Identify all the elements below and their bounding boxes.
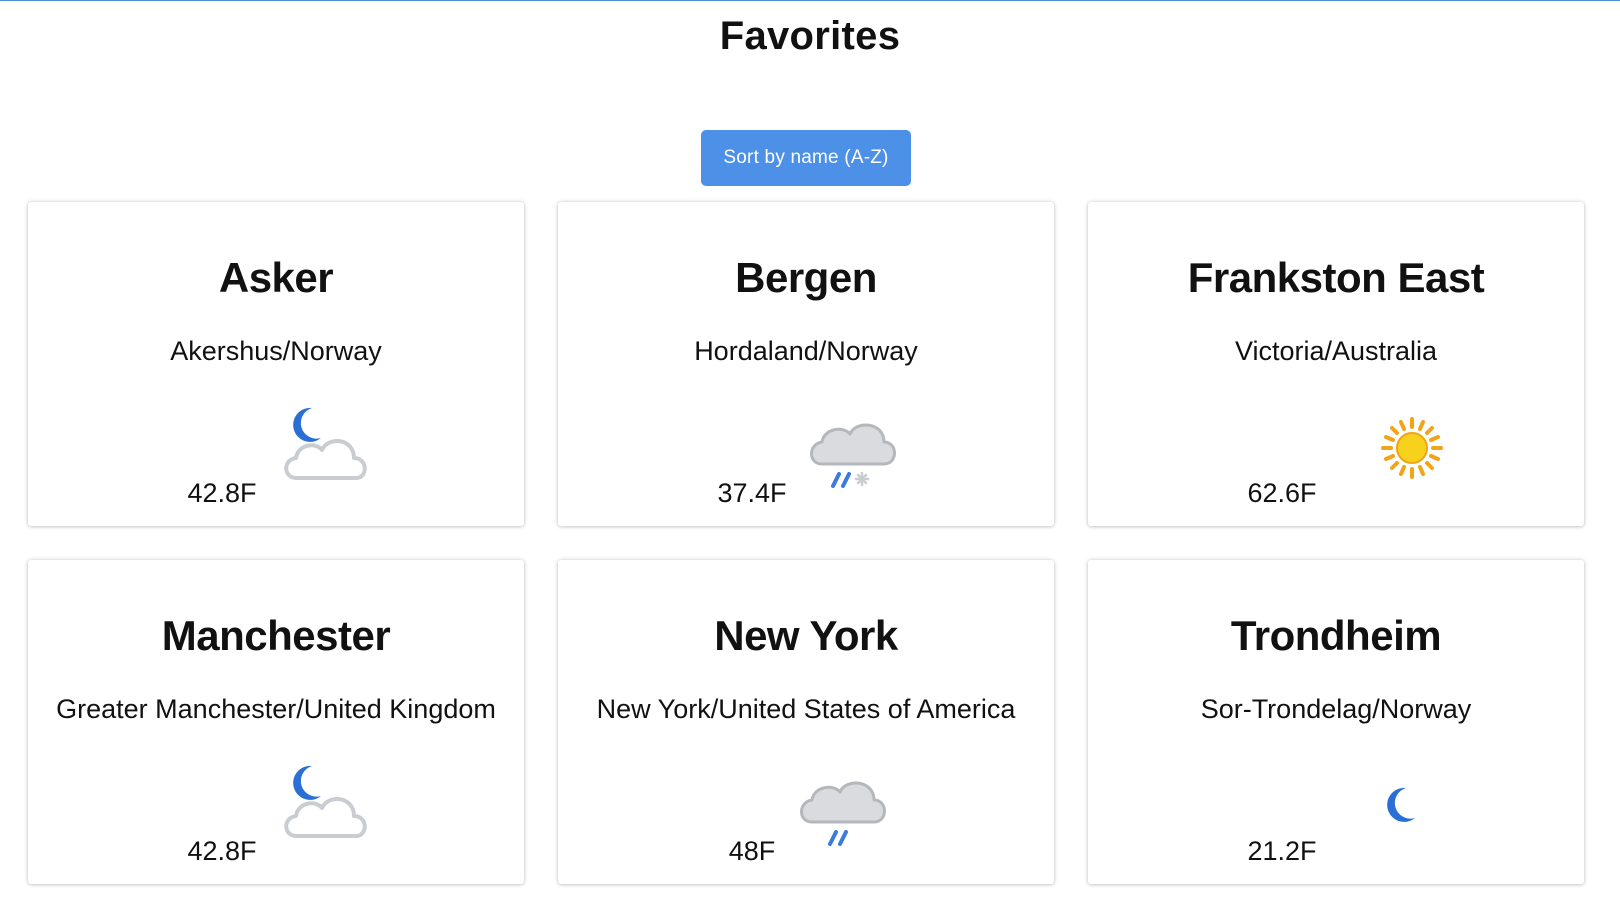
temperature: 21.2F (1247, 836, 1317, 866)
favorite-card[interactable]: Trondheim Sor-Trondelag/Norway 21.2F (1088, 560, 1584, 884)
favorite-card[interactable]: Asker Akershus/Norway 42.8F (28, 202, 524, 526)
city-region: Victoria/Australia (1234, 336, 1438, 366)
favorite-card[interactable]: Frankston East Victoria/Australia 62.6F (1088, 202, 1584, 526)
favorites-grid: Asker Akershus/Norway 42.8F Bergen Horda… (28, 202, 1584, 884)
city-name: New York (714, 612, 898, 659)
page-title: Favorites (719, 14, 901, 58)
city-region: Sor-Trondelag/Norway (1200, 694, 1472, 724)
temperature: 48F (728, 836, 776, 866)
city-region: New York/United States of America (596, 694, 1016, 724)
temperature: 37.4F (717, 478, 787, 508)
temperature: 42.8F (187, 836, 257, 866)
city-name: Frankston East (1187, 254, 1485, 301)
temperature: 62.6F (1247, 478, 1317, 508)
city-region: Greater Manchester/United Kingdom (56, 694, 496, 724)
city-name: Manchester (161, 612, 391, 659)
sort-by-name-button[interactable]: Sort by name (A-Z) (701, 130, 911, 186)
city-name: Trondheim (1230, 612, 1442, 659)
top-divider (0, 0, 1620, 1)
city-region: Akershus/Norway (170, 336, 382, 366)
city-name: Bergen (735, 254, 877, 301)
city-region: Hordaland/Norway (694, 336, 918, 366)
city-name: Asker (218, 254, 334, 301)
favorite-card[interactable]: Bergen Hordaland/Norway 37.4F (558, 202, 1054, 526)
favorite-card[interactable]: New York New York/United States of Ameri… (558, 560, 1054, 884)
temperature: 42.8F (187, 478, 257, 508)
favorite-card[interactable]: Manchester Greater Manchester/United Kin… (28, 560, 524, 884)
